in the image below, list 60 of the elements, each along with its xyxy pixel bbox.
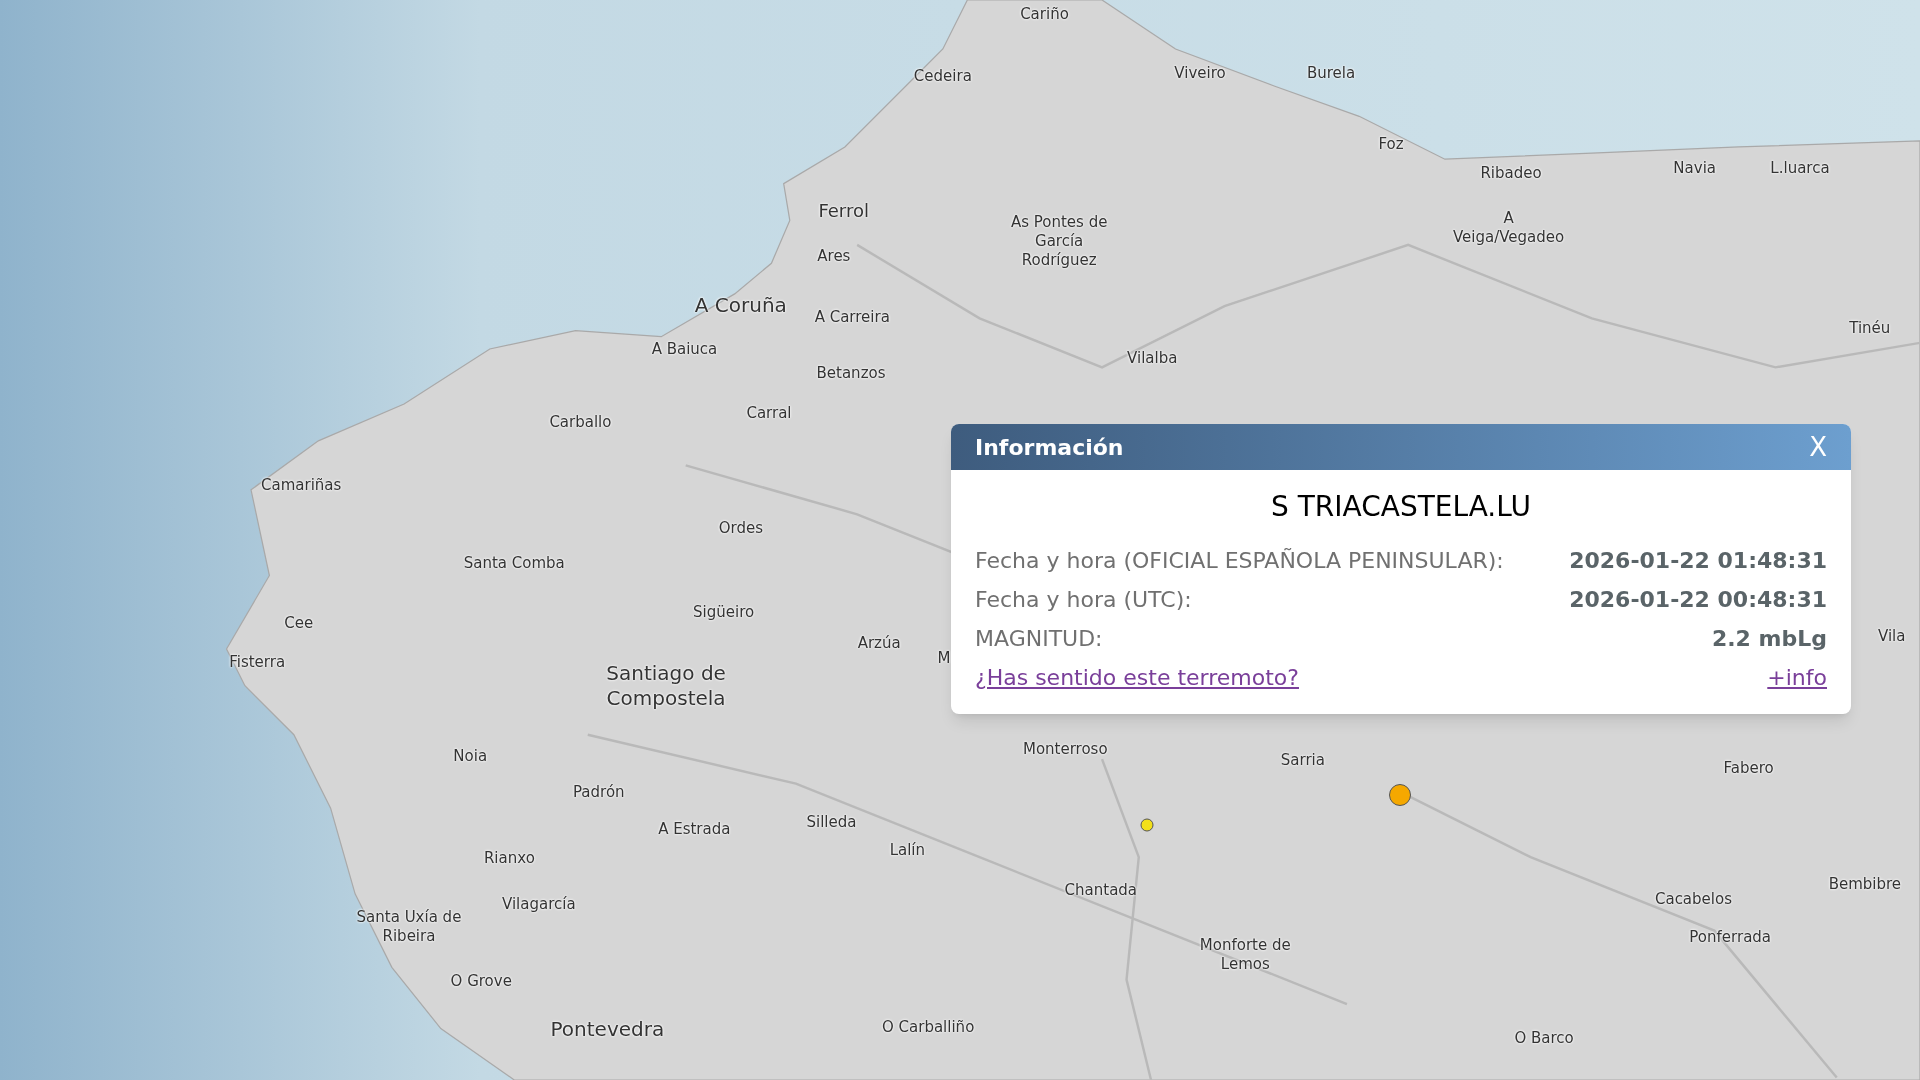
- place-label: Lalín: [889, 840, 926, 860]
- place-label: Vilalba: [1127, 348, 1178, 367]
- place-label: Padrón: [572, 782, 625, 802]
- place-label: Ponferrada: [1689, 927, 1772, 947]
- popup-title: Información: [975, 433, 1124, 462]
- place-label: Vila: [1878, 626, 1906, 645]
- place-label: Carballo: [549, 413, 612, 432]
- place-label: Burela: [1306, 64, 1356, 83]
- place-label: Vilagarcía: [501, 894, 576, 914]
- place-label: Sarria: [1280, 751, 1325, 770]
- place-label: Cedeira: [913, 66, 972, 86]
- place-label: Sigüeiro: [693, 602, 755, 622]
- felt-earthquake-link[interactable]: ¿Has sentido este terremoto?: [975, 661, 1299, 694]
- place-label: O Barco: [1514, 1029, 1574, 1048]
- place-label: Arzúa: [857, 633, 901, 653]
- place-label: A Baiuca: [651, 339, 718, 359]
- place-label: Ferrol: [818, 199, 869, 222]
- place-label: Bembibre: [1828, 874, 1902, 894]
- place-label: O Carballiño: [882, 1017, 975, 1037]
- place-label: Rianxo: [483, 849, 535, 868]
- place-label: Viveiro: [1174, 64, 1226, 83]
- place-label: Pontevedra: [550, 1016, 665, 1042]
- place-label: Tinéu: [1849, 318, 1891, 338]
- place-label: Foz: [1378, 135, 1404, 154]
- place-label: Ares: [817, 246, 851, 266]
- place-label: Betanzos: [816, 364, 886, 383]
- place-label: L.luarca: [1770, 158, 1830, 178]
- place-label: Fisterra: [229, 653, 286, 672]
- place-label: Ordes: [718, 518, 763, 538]
- more-info-link[interactable]: +info: [1767, 661, 1827, 694]
- field-label: MAGNITUD:: [975, 625, 1103, 653]
- field-label: Fecha y hora (UTC):: [975, 586, 1192, 614]
- place-label: A Veiga/Vegadeo: [1452, 209, 1565, 247]
- place-label: Santiago de Compostela: [606, 660, 726, 711]
- place-label: A Coruña: [694, 292, 787, 318]
- field-label: Fecha y hora (OFICIAL ESPAÑOLA PENINSULAR):: [975, 547, 1504, 575]
- place-label: Fabero: [1723, 758, 1774, 778]
- place-label: Monterroso: [1022, 740, 1108, 759]
- place-label: Cacabelos: [1654, 889, 1732, 909]
- place-label: Navia: [1673, 158, 1716, 178]
- field-value: 2026-01-22 01:48:31: [1569, 547, 1827, 575]
- field-value: 2026-01-22 00:48:31: [1569, 586, 1827, 614]
- place-label: Santa Uxía de Ribeira: [356, 908, 462, 946]
- place-label: As Pontes de García Rodríguez: [1010, 213, 1108, 270]
- place-label: M: [937, 648, 951, 667]
- place-label: Silleda: [806, 812, 857, 831]
- field-value: 2.2 mbLg: [1711, 625, 1827, 653]
- place-label: Noia: [453, 746, 488, 765]
- place-label: O Grove: [450, 971, 512, 991]
- place-label: Monforte de Lemos: [1199, 936, 1291, 974]
- place-label: A Estrada: [658, 819, 731, 839]
- place-label: Chantada: [1064, 880, 1138, 900]
- place-label: A Carreira: [814, 307, 890, 327]
- place-label: Santa Comba: [463, 553, 565, 573]
- location-title: S TRIACASTELA.LU: [1270, 489, 1532, 525]
- place-label: Camariñas: [261, 475, 342, 495]
- place-label: Cee: [284, 613, 314, 633]
- place-label: Ribadeo: [1480, 163, 1542, 182]
- place-label: Cariño: [1020, 4, 1069, 24]
- place-label: Carral: [746, 403, 792, 422]
